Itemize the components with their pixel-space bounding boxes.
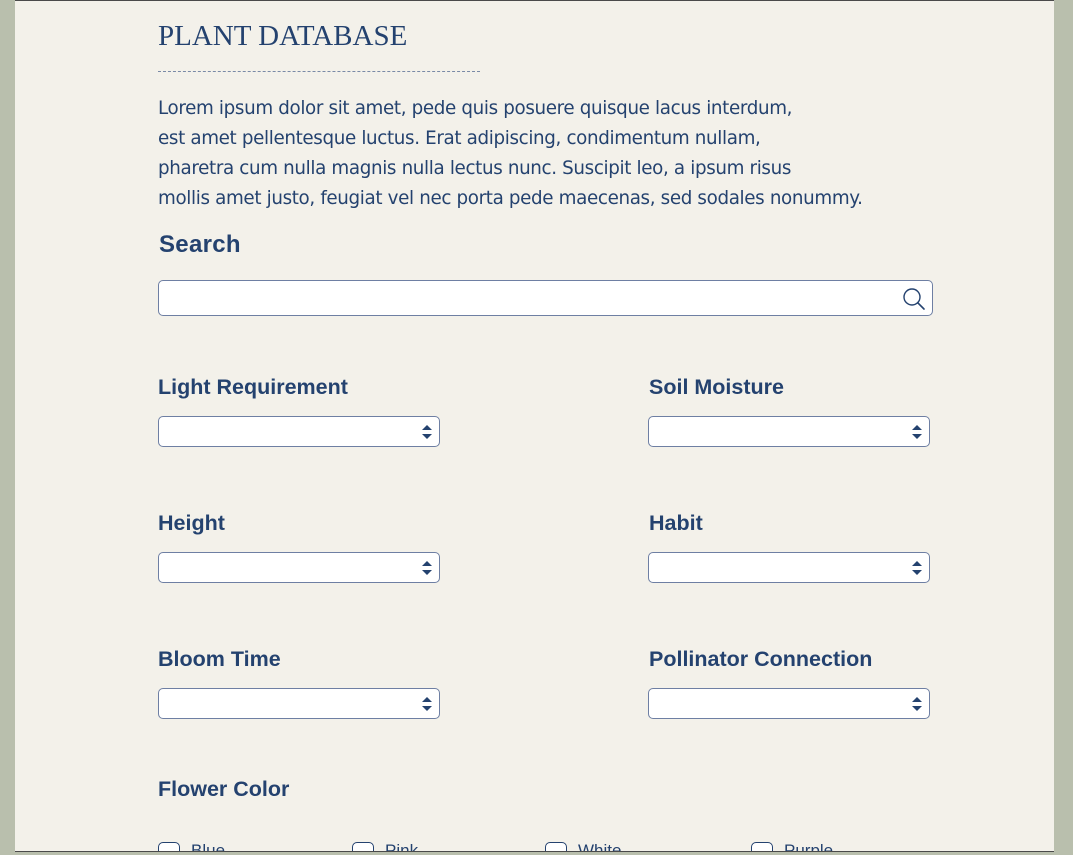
search-field[interactable] bbox=[158, 280, 933, 316]
checkbox[interactable] bbox=[545, 842, 567, 851]
checkbox-label: Blue bbox=[191, 841, 226, 852]
up-down-chevron-icon bbox=[912, 561, 922, 575]
light-requirement-label: Light Requirement bbox=[158, 375, 348, 399]
up-down-chevron-icon bbox=[422, 561, 432, 575]
flower-color-label: Flower Color bbox=[158, 777, 290, 801]
checkbox[interactable] bbox=[352, 842, 374, 851]
checkbox-label: Purple bbox=[784, 841, 834, 852]
up-down-chevron-icon bbox=[912, 697, 922, 711]
search-icon[interactable] bbox=[902, 287, 926, 311]
intro-line: mollis amet justo, feugiat vel nec porta… bbox=[158, 188, 863, 209]
intro-line: pharetra cum nulla magnis nulla lectus n… bbox=[158, 158, 792, 179]
checkbox-label: White bbox=[578, 841, 622, 852]
height-label: Height bbox=[158, 511, 225, 535]
habit-select[interactable] bbox=[648, 552, 930, 583]
title-divider bbox=[158, 71, 480, 72]
soil-moisture-select[interactable] bbox=[648, 416, 930, 447]
search-label: Search bbox=[159, 231, 241, 258]
up-down-chevron-icon bbox=[912, 425, 922, 439]
intro-line: est amet pellentesque luctus. Erat adipi… bbox=[158, 128, 761, 149]
pollinator-connection-label: Pollinator Connection bbox=[649, 647, 873, 671]
intro-paragraph: Lorem ipsum dolor sit amet, pede quis po… bbox=[158, 94, 958, 214]
checkbox[interactable] bbox=[751, 842, 773, 851]
soil-moisture-label: Soil Moisture bbox=[649, 375, 784, 399]
bloom-time-label: Bloom Time bbox=[158, 647, 281, 671]
height-select[interactable] bbox=[158, 552, 440, 583]
checkbox-label: Pink bbox=[385, 841, 419, 852]
habit-label: Habit bbox=[649, 511, 703, 535]
pollinator-connection-select[interactable] bbox=[648, 688, 930, 719]
up-down-chevron-icon bbox=[422, 425, 432, 439]
page-title: PLANT DATABASE bbox=[158, 20, 408, 52]
up-down-chevron-icon bbox=[422, 697, 432, 711]
light-requirement-select[interactable] bbox=[158, 416, 440, 447]
page-panel: PLANT DATABASE Lorem ipsum dolor sit ame… bbox=[15, 0, 1054, 852]
checkbox[interactable] bbox=[158, 842, 180, 851]
search-input[interactable] bbox=[165, 285, 889, 313]
intro-line: Lorem ipsum dolor sit amet, pede quis po… bbox=[158, 98, 793, 119]
bloom-time-select[interactable] bbox=[158, 688, 440, 719]
